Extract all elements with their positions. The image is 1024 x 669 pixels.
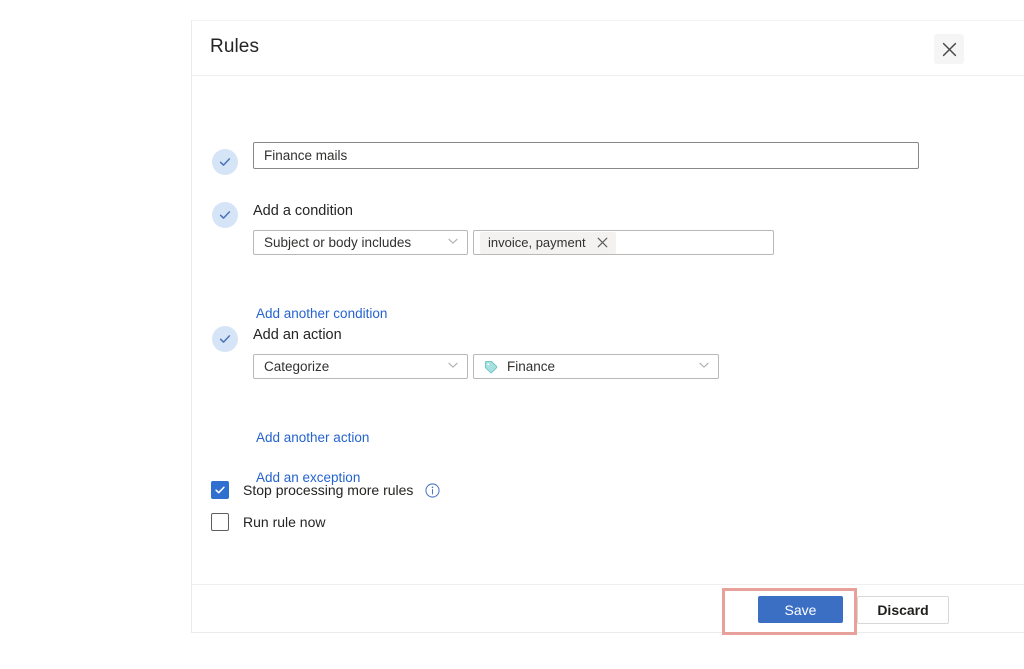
condition-value-chip: invoice, payment: [480, 231, 616, 254]
discard-button[interactable]: Discard: [857, 596, 949, 624]
stop-processing-checkbox[interactable]: [211, 481, 229, 499]
page-title: Rules: [210, 36, 260, 57]
action-type-value: Categorize: [264, 359, 330, 374]
action-type-select[interactable]: Categorize: [253, 354, 468, 379]
screen: Rules Finance mails Add a condition Subj…: [0, 0, 1024, 669]
option-run-rule-now-row[interactable]: Run rule now: [211, 513, 326, 531]
chevron-down-icon: [447, 358, 459, 376]
rules-panel: Rules Finance mails Add a condition Subj…: [191, 20, 1024, 633]
action-category-value: Finance: [507, 359, 556, 374]
close-icon: [942, 42, 957, 57]
check-circle-icon: [219, 335, 231, 343]
add-another-condition-link[interactable]: Add another condition: [256, 306, 387, 321]
action-status-indicator: [212, 326, 238, 352]
check-icon: [215, 486, 225, 494]
condition-type-value: Subject or body includes: [264, 235, 412, 250]
info-icon[interactable]: [425, 482, 440, 498]
add-another-action-link[interactable]: Add another action: [256, 430, 369, 445]
chevron-down-icon: [698, 358, 710, 376]
rule-name-input[interactable]: [253, 142, 919, 169]
condition-value-input[interactable]: invoice, payment: [473, 230, 774, 255]
panel-body: Add a condition Subject or body includes…: [192, 76, 1024, 584]
name-status-indicator: [212, 149, 238, 175]
chevron-down-icon: [447, 234, 459, 252]
action-heading: Add an action: [253, 327, 342, 343]
panel-footer: Save Discard: [192, 584, 1024, 632]
chip-label: invoice, payment: [488, 235, 586, 250]
condition-status-indicator: [212, 202, 238, 228]
check-circle-icon: [219, 158, 231, 166]
check-circle-icon: [219, 211, 231, 219]
stop-processing-label: Stop processing more rules: [243, 482, 414, 498]
panel-header: Rules: [192, 21, 1024, 76]
tag-icon: [484, 360, 498, 374]
close-button[interactable]: [934, 34, 964, 64]
save-button[interactable]: Save: [758, 596, 843, 623]
run-rule-now-label: Run rule now: [243, 514, 326, 530]
run-rule-now-checkbox[interactable]: [211, 513, 229, 531]
chip-remove-icon[interactable]: [595, 235, 611, 251]
condition-type-select[interactable]: Subject or body includes: [253, 230, 468, 255]
action-category-select[interactable]: Finance: [473, 354, 719, 379]
condition-heading: Add a condition: [253, 203, 353, 219]
option-stop-processing-row[interactable]: Stop processing more rules: [211, 481, 440, 499]
